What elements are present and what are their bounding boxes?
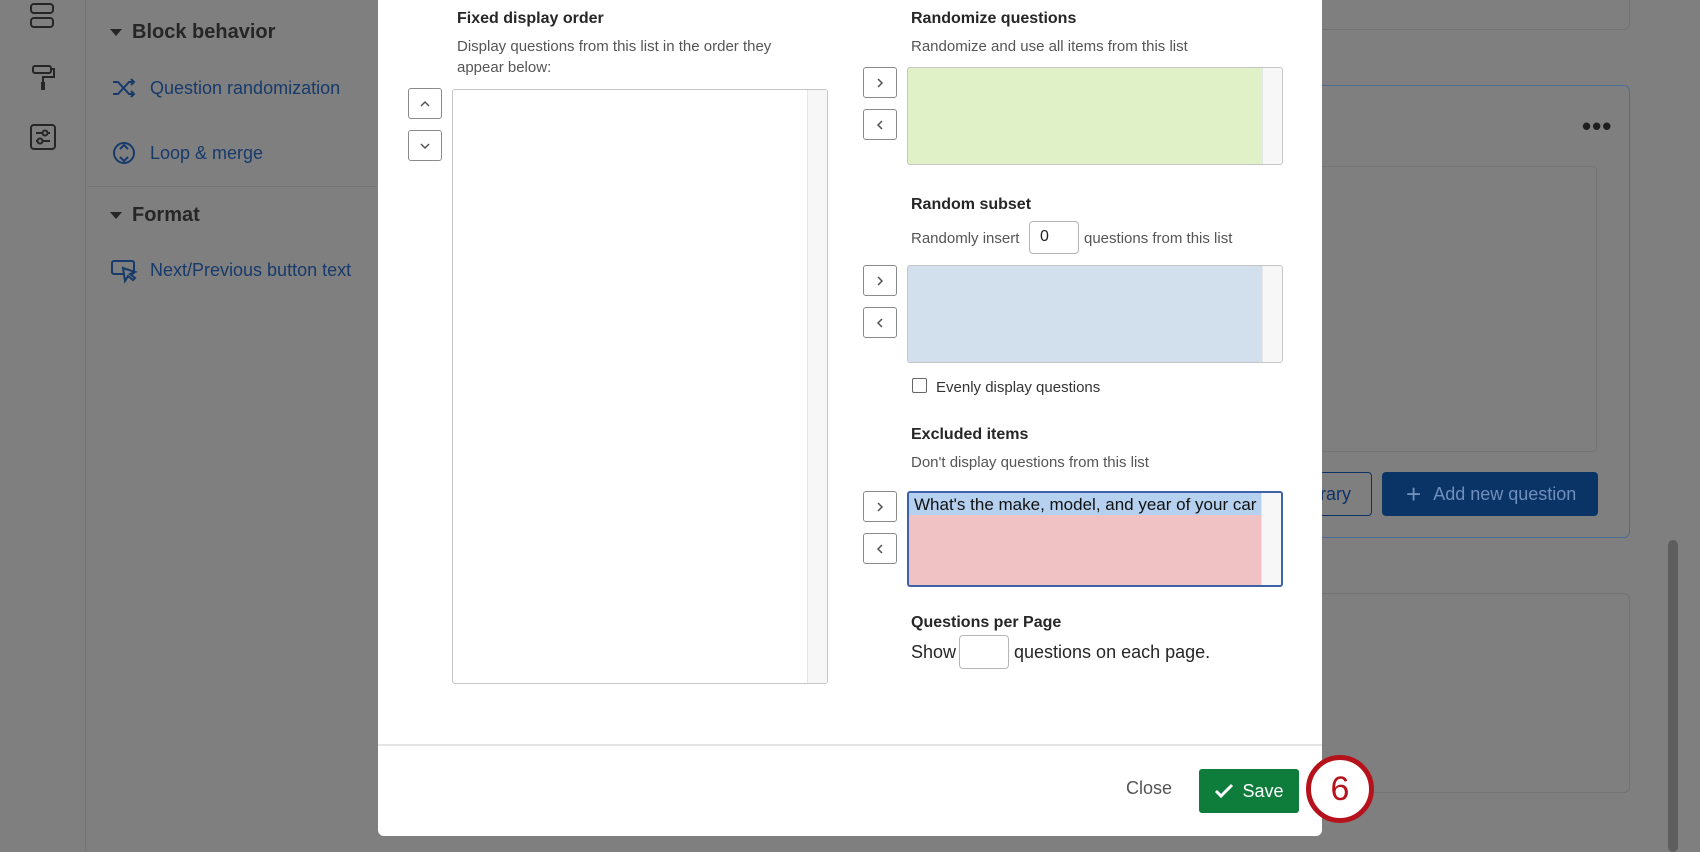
chevron-up-icon	[420, 100, 430, 107]
section-format[interactable]: Format	[110, 204, 200, 227]
questions-per-page-input[interactable]	[959, 635, 1009, 669]
pointer-button-icon	[111, 260, 138, 284]
chevron-right-icon	[877, 501, 884, 512]
move-from-randomize-button[interactable]	[863, 109, 897, 140]
excluded-description: Don't display questions from this list	[911, 454, 1149, 471]
excluded-list-item[interactable]: What's the make, model, and year of your…	[909, 493, 1264, 515]
fixed-order-list-scrollbar[interactable]	[807, 90, 827, 683]
more-options-icon[interactable]: •••	[1582, 113, 1612, 139]
randomize-list[interactable]	[907, 67, 1283, 165]
panel-divider	[87, 186, 377, 187]
random-subset-title: Random subset	[911, 196, 1032, 213]
block-options-panel	[87, 0, 377, 852]
move-to-subset-button[interactable]	[863, 265, 897, 296]
close-button[interactable]: Close	[1126, 778, 1172, 799]
excluded-title: Excluded items	[911, 426, 1029, 443]
step-number-badge: 6	[1306, 755, 1374, 823]
chevron-right-icon	[877, 275, 884, 286]
chevron-down-icon	[420, 142, 430, 149]
next-previous-button-text-link[interactable]: Next/Previous button text	[110, 256, 351, 284]
fixed-order-title: Fixed display order	[457, 10, 604, 27]
paint-roller-icon[interactable]	[28, 62, 58, 92]
loop-merge-link[interactable]: Loop & merge	[110, 139, 263, 167]
chevron-left-icon	[876, 317, 883, 328]
question-randomization-dialog: Fixed display order Display questions fr…	[378, 0, 1322, 836]
loop-icon	[113, 142, 135, 164]
random-subset-count-input[interactable]: 0	[1029, 221, 1079, 254]
footer-divider	[378, 744, 1322, 746]
checkmark-icon	[1215, 783, 1234, 799]
random-subset-suffix: questions from this list	[1084, 230, 1233, 247]
randomize-description: Randomize and use all items from this li…	[911, 38, 1188, 55]
question-randomization-link[interactable]: Question randomization	[110, 74, 340, 102]
move-up-button[interactable]	[408, 88, 442, 119]
question-placeholder	[1310, 166, 1597, 452]
random-subset-prefix: Randomly insert	[911, 230, 1020, 247]
move-down-button[interactable]	[408, 130, 442, 161]
excluded-list[interactable]: What's the make, model, and year of your…	[907, 491, 1283, 587]
random-subset-list[interactable]	[907, 265, 1283, 363]
questions-per-page-title: Questions per Page	[911, 614, 1062, 631]
questions-per-page-suffix: questions on each page.	[1014, 642, 1211, 662]
random-subset-list-scrollbar[interactable]	[1262, 266, 1282, 362]
evenly-display-checkbox[interactable]	[912, 378, 927, 393]
move-to-randomize-button[interactable]	[863, 67, 897, 98]
caret-down-icon	[110, 29, 122, 36]
question-card	[1310, 0, 1630, 30]
chevron-right-icon	[877, 77, 884, 88]
page-scrollbar-thumb[interactable]	[1668, 540, 1678, 852]
excluded-list-scrollbar[interactable]	[1261, 493, 1281, 585]
save-button[interactable]: Save	[1199, 769, 1299, 813]
evenly-display-label[interactable]: Evenly display questions	[936, 377, 1100, 398]
plus-icon: +	[1406, 479, 1422, 509]
move-from-subset-button[interactable]	[863, 307, 897, 338]
caret-down-icon	[110, 212, 122, 219]
left-rail	[0, 0, 86, 852]
survey-options-icon[interactable]	[28, 122, 58, 152]
move-to-excluded-button[interactable]	[863, 491, 897, 522]
chevron-left-icon	[876, 119, 883, 130]
randomize-list-scrollbar[interactable]	[1262, 68, 1282, 164]
section-block-behavior[interactable]: Block behavior	[110, 21, 275, 44]
add-new-question-button[interactable]: + Add new question	[1382, 472, 1598, 516]
randomize-title: Randomize questions	[911, 10, 1077, 27]
survey-flow-icon[interactable]	[28, 2, 58, 32]
shuffle-icon	[113, 78, 136, 98]
move-from-excluded-button[interactable]	[863, 533, 897, 564]
fixed-order-description: Display questions from this list in the …	[457, 38, 772, 76]
chevron-left-icon	[876, 543, 883, 554]
fixed-order-list[interactable]	[452, 89, 828, 684]
questions-per-page-prefix: Show	[911, 642, 957, 662]
